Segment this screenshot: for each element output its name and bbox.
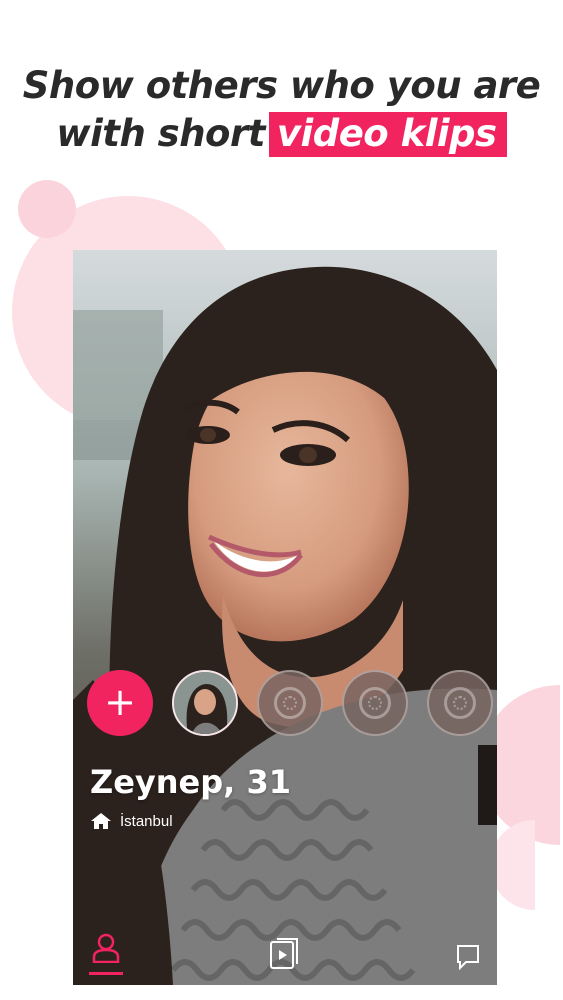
story-placeholder[interactable] [342, 670, 408, 736]
home-icon [90, 812, 112, 830]
profile-photo[interactable] [73, 250, 497, 985]
location-label: İstanbul [120, 812, 173, 830]
video-placeholder-icon [274, 687, 306, 719]
decorative-blob-small [18, 180, 76, 238]
profile-location: İstanbul [90, 812, 173, 830]
headline-line-2: with short video klips [0, 110, 563, 158]
story-placeholder[interactable] [257, 670, 323, 736]
plus-icon: + [104, 680, 136, 724]
add-video-button[interactable]: + [87, 670, 153, 736]
story-strip: + [87, 670, 493, 738]
story-thumbnail[interactable] [172, 670, 238, 736]
video-placeholder-icon [444, 687, 476, 719]
active-tab-indicator [89, 972, 123, 975]
bottom-tab-bar [73, 933, 497, 985]
chat-bubble-icon [457, 945, 479, 971]
phone-screen: + Zeynep, 31 İstanbul [73, 250, 497, 985]
headline-line-1: Show others who you are [22, 64, 541, 107]
video-placeholder-icon [359, 687, 391, 719]
headline-prefix: with short [56, 112, 265, 155]
tab-videos[interactable] [268, 936, 302, 975]
person-icon [92, 933, 120, 964]
avatar [174, 672, 236, 734]
story-placeholder[interactable] [427, 670, 493, 736]
profile-name-age: Zeynep, 31 [90, 763, 291, 801]
video-cards-icon [270, 938, 298, 969]
tab-chat[interactable] [454, 942, 482, 975]
tab-profile[interactable] [89, 933, 123, 975]
headline: Show others who you are with short video … [0, 62, 563, 158]
headline-highlight: video klips [268, 112, 507, 157]
